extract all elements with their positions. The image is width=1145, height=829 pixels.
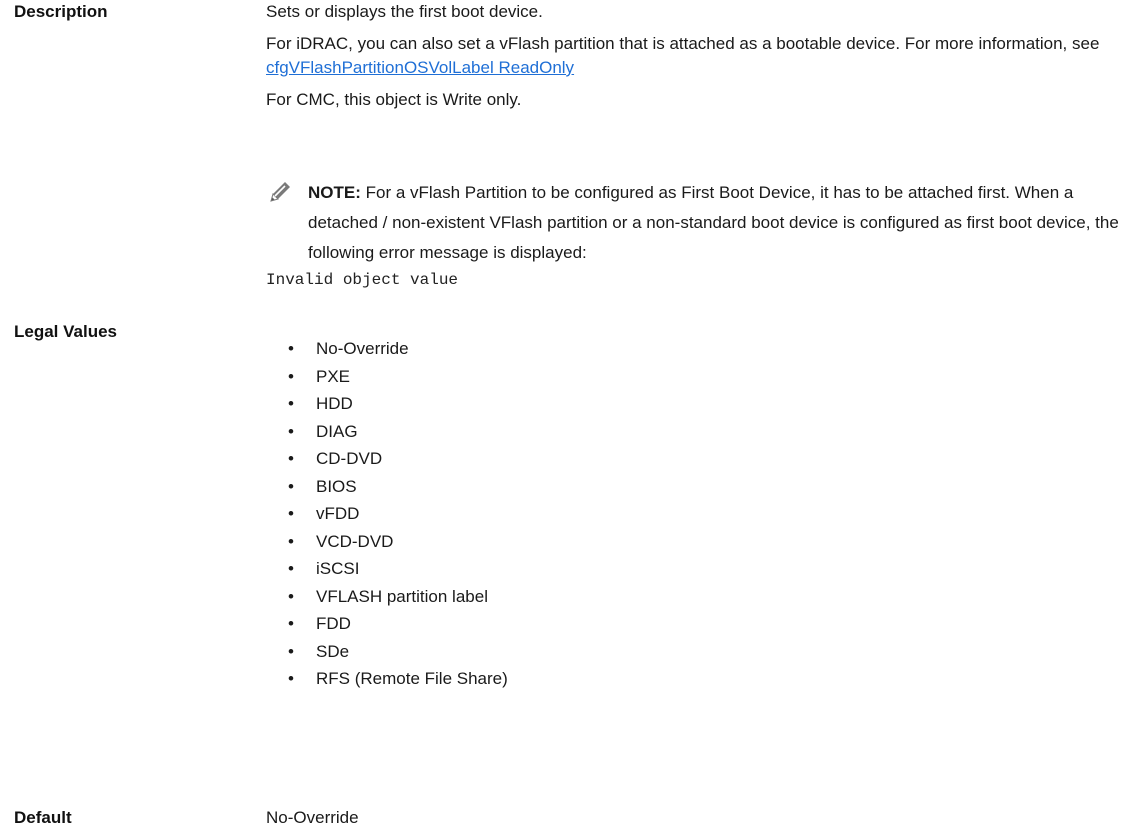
- pencil-note-icon: [270, 182, 290, 202]
- list-item: VCD-DVD: [266, 528, 508, 556]
- list-item: BIOS: [266, 473, 508, 501]
- legal-values-list: No-Override PXE HDD DIAG CD-DVD BIOS vFD…: [266, 335, 508, 693]
- note-block: NOTE: For a vFlash Partition to be confi…: [266, 178, 1136, 268]
- description-line-2: For iDRAC, you can also set a vFlash par…: [266, 32, 1136, 80]
- list-item: CD-DVD: [266, 445, 508, 473]
- list-item: vFDD: [266, 500, 508, 528]
- description-line-3: For CMC, this object is Write only.: [266, 90, 522, 109]
- note-label: NOTE:: [308, 183, 361, 202]
- list-item: FDD: [266, 610, 508, 638]
- note-text: NOTE: For a vFlash Partition to be confi…: [308, 178, 1136, 268]
- description-line-1: Sets or displays the first boot device.: [266, 2, 543, 21]
- legal-values-label: Legal Values: [14, 322, 117, 341]
- description-label: Description: [14, 2, 108, 21]
- default-value: No-Override: [266, 808, 359, 827]
- default-label: Default: [14, 808, 72, 827]
- cfg-vflash-partition-link[interactable]: cfgVFlashPartitionOSVolLabel ReadOnly: [266, 58, 574, 77]
- note-body: For a vFlash Partition to be configured …: [308, 183, 1119, 262]
- description-content: Sets or displays the first boot device. …: [266, 0, 1136, 112]
- list-item: DIAG: [266, 418, 508, 446]
- description-line-2-text: For iDRAC, you can also set a vFlash par…: [266, 34, 1100, 53]
- list-item: VFLASH partition label: [266, 583, 508, 611]
- error-message-code: Invalid object value: [266, 271, 459, 289]
- list-item: RFS (Remote File Share): [266, 665, 508, 693]
- list-item: iSCSI: [266, 555, 508, 583]
- list-item: No-Override: [266, 335, 508, 363]
- list-item: SDe: [266, 638, 508, 666]
- list-item: PXE: [266, 363, 508, 391]
- list-item: HDD: [266, 390, 508, 418]
